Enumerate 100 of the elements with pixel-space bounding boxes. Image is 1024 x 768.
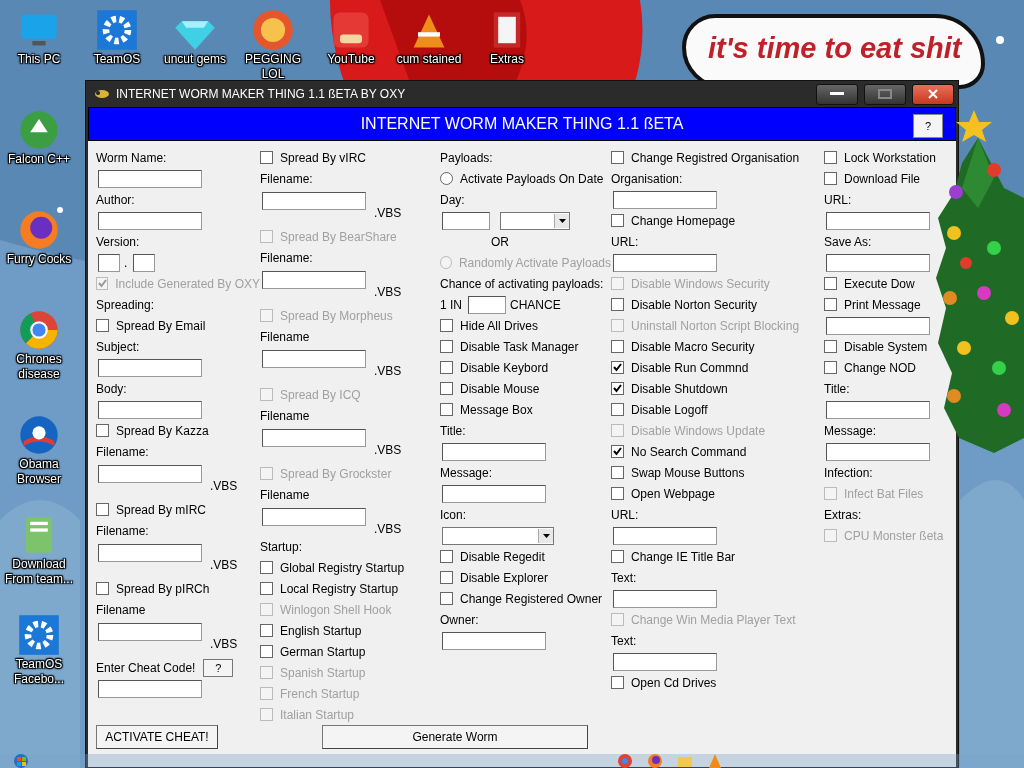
minimize-button[interactable]	[816, 83, 858, 105]
desktop-icon-label[interactable]: This PC	[1, 52, 77, 67]
input-field[interactable]	[826, 316, 930, 335]
checkbox[interactable]	[824, 172, 837, 185]
checkbox[interactable]	[611, 340, 624, 353]
radio-button[interactable]	[440, 172, 453, 185]
checkbox[interactable]	[611, 550, 624, 563]
input-field[interactable]	[826, 442, 930, 461]
checkbox[interactable]	[824, 151, 837, 164]
input-field[interactable]	[826, 400, 930, 419]
desktop-icon-label[interactable]: uncut gems	[157, 52, 233, 67]
input-field[interactable]	[442, 631, 546, 650]
desktop-icon-label[interactable]: TeamOS Facebo...	[1, 657, 77, 687]
checkbox[interactable]	[440, 319, 453, 332]
input-field[interactable]	[262, 192, 366, 210]
input-field[interactable]	[98, 358, 202, 377]
input-field[interactable]	[262, 429, 366, 447]
input-field[interactable]	[468, 295, 506, 314]
folder-icon[interactable]	[678, 754, 692, 768]
desktop-icon-label[interactable]: Extras	[469, 52, 545, 67]
checkbox[interactable]	[824, 298, 837, 311]
desktop-icon-label[interactable]: Chrones disease	[1, 352, 77, 382]
input-field[interactable]	[442, 484, 546, 503]
browser-icon[interactable]	[17, 308, 61, 352]
desktop-icon-label[interactable]: PEGGING LOL	[235, 52, 311, 82]
dropdown-field[interactable]	[442, 526, 554, 545]
input-field[interactable]	[98, 465, 202, 483]
logo-icon[interactable]	[251, 8, 295, 52]
input-field[interactable]	[98, 253, 120, 272]
input-field[interactable]	[262, 508, 366, 526]
checkbox[interactable]	[611, 298, 624, 311]
help-button[interactable]: ?	[913, 114, 943, 138]
checkmark-icon	[97, 279, 107, 288]
desktop-icon-label[interactable]: Download From team...	[1, 557, 77, 587]
browser-icon[interactable]	[17, 413, 61, 457]
close-button[interactable]	[912, 83, 954, 105]
checkbox[interactable]	[611, 214, 624, 227]
input-field[interactable]	[613, 526, 717, 545]
checkbox[interactable]	[260, 624, 273, 637]
gear-icon[interactable]	[95, 8, 139, 52]
input-field[interactable]	[442, 442, 546, 461]
checkbox[interactable]	[611, 151, 624, 164]
input-field[interactable]	[826, 211, 930, 230]
input-field[interactable]	[133, 253, 156, 272]
checkbox[interactable]	[260, 582, 273, 595]
input-field[interactable]	[98, 679, 202, 698]
gear-icon[interactable]	[17, 613, 61, 657]
input-field[interactable]	[98, 623, 202, 641]
checkbox[interactable]	[260, 645, 273, 658]
input-field[interactable]	[613, 652, 717, 671]
input-field[interactable]	[98, 400, 202, 419]
checkbox[interactable]	[611, 403, 624, 416]
input-field[interactable]	[613, 190, 717, 209]
checkbox[interactable]	[824, 361, 837, 374]
input-field[interactable]	[98, 211, 202, 230]
checkbox[interactable]	[440, 550, 453, 563]
checkbox-label: Local Registry Startup	[280, 581, 399, 596]
browser-icon[interactable]	[648, 754, 662, 768]
desktop-icon-label[interactable]: Obama Browser	[1, 457, 77, 487]
checkbox-label: Disable Shutdown	[631, 381, 728, 396]
checkbox[interactable]	[96, 503, 109, 516]
help-button[interactable]: ?	[203, 658, 234, 677]
input-field[interactable]	[613, 589, 717, 608]
checkbox[interactable]	[824, 340, 837, 353]
checkbox[interactable]	[440, 592, 453, 605]
checkbox[interactable]	[611, 487, 624, 500]
desktop-icon-label[interactable]: Falcon C++	[1, 152, 77, 167]
generate-button[interactable]: Generate Worm	[322, 725, 588, 749]
input-field[interactable]	[262, 350, 366, 368]
input-field[interactable]	[98, 544, 202, 562]
input-field[interactable]	[442, 211, 490, 230]
checkbox[interactable]	[440, 340, 453, 353]
checkbox[interactable]	[611, 676, 624, 689]
desktop-icon-label[interactable]: Furry Cocks	[1, 252, 77, 267]
checkbox[interactable]	[611, 382, 624, 395]
desktop-icon-label[interactable]: TeamOS	[79, 52, 155, 67]
browser-icon[interactable]	[17, 208, 61, 252]
input-field[interactable]	[613, 253, 717, 272]
activate-cheat-button[interactable]: ACTIVATE CHEAT!	[96, 725, 218, 749]
checkbox[interactable]	[440, 571, 453, 584]
checkbox[interactable]	[824, 277, 837, 290]
checkbox[interactable]	[96, 319, 109, 332]
checkbox[interactable]	[440, 361, 453, 374]
input-field[interactable]	[262, 271, 366, 289]
input-field[interactable]	[826, 253, 930, 272]
checkbox[interactable]	[611, 445, 624, 458]
maximize-button[interactable]	[864, 83, 906, 105]
checkbox[interactable]	[611, 466, 624, 479]
checkbox[interactable]	[260, 151, 273, 164]
checkbox[interactable]	[440, 382, 453, 395]
checkbox[interactable]	[96, 424, 109, 437]
checkbox[interactable]	[260, 561, 273, 574]
dropdown-field[interactable]	[500, 211, 570, 230]
checkbox[interactable]	[440, 403, 453, 416]
desktop-icon-label[interactable]: cum stained	[391, 52, 467, 67]
checkbox-label: Execute Dow	[844, 276, 915, 291]
input-field[interactable]	[98, 169, 202, 188]
checkbox[interactable]	[611, 361, 624, 374]
checkbox[interactable]	[96, 582, 109, 595]
browser-icon[interactable]	[618, 754, 632, 768]
